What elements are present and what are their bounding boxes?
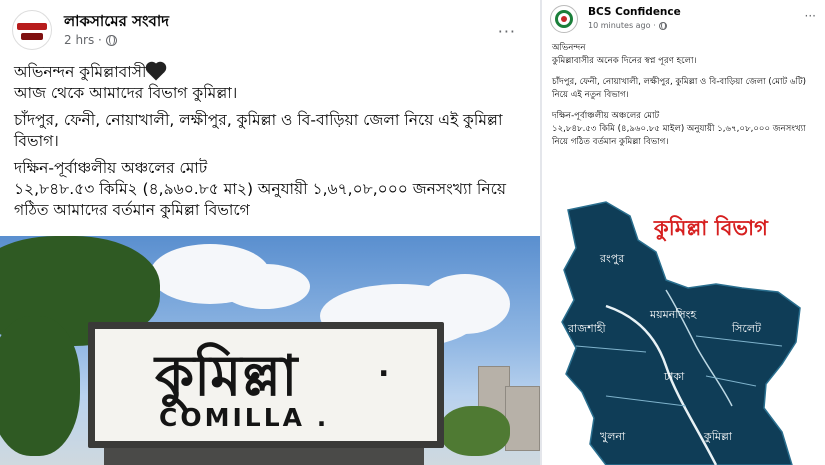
post-line: দক্ষিন-পূর্বাঞ্চলীয় অঞ্চলের মোট ১২,৮৪৮.৫… <box>552 111 806 147</box>
post-line: অভিনন্দন কুমিল্লাবাসী আজ থেকে আমাদের বিভা… <box>14 63 238 102</box>
globe-icon <box>658 21 667 30</box>
cloud <box>220 264 310 309</box>
sign-latin-text: COMILLA . <box>159 403 330 432</box>
map-label-rajshahi: রাজশাহী <box>568 322 606 335</box>
map-label-mymensingh: ময়মনসিংহ <box>650 308 697 321</box>
page-avatar[interactable] <box>12 10 52 50</box>
post-line: অভিনন্দন কুমিল্লাবাসীর অনেক দিনের স্বপ্ন … <box>552 43 697 66</box>
avatar-emblem <box>555 10 573 28</box>
post-meta: 2 hrs · <box>64 33 117 47</box>
post-text: অভিনন্দন কুমিল্লাবাসী আজ থেকে আমাদের বিভা… <box>14 62 526 227</box>
shrub <box>440 406 510 456</box>
more-options-button[interactable]: ··· <box>805 9 816 23</box>
globe-icon <box>105 34 117 46</box>
avatar-logo-mark-lower <box>21 33 43 40</box>
sign-base <box>104 448 424 465</box>
post-line: দক্ষিন-পূর্বাঞ্চলীয় অঞ্চলের মোট ১২,৮৪৮.৫… <box>14 159 506 219</box>
map-label-dhaka: ঢাকা <box>664 370 685 383</box>
post-header: লাকসামের সংবাদ 2 hrs · ··· <box>12 10 528 50</box>
left-facebook-post: লাকসামের সংবাদ 2 hrs · ··· অভিনন্দন কুমি… <box>0 0 540 465</box>
post-line: চাঁদপুর, ফেনী, নোয়াখালী, লক্ষীপুর, কুমি… <box>14 111 503 150</box>
post-meta: 10 minutes ago · <box>588 21 667 30</box>
post-header: BCS Confidence 10 minutes ago · ··· <box>550 5 820 35</box>
bangladesh-division-map[interactable]: কুমিল্লা বিভাগ রংপুর ময়মনসিংহ রাজশাহী স… <box>546 196 822 465</box>
page-name-link[interactable]: লাকসামের সংবাদ <box>64 10 169 35</box>
post-timestamp[interactable]: 10 minutes ago · <box>588 21 656 30</box>
page-name-link[interactable]: BCS Confidence <box>588 6 681 18</box>
map-label-rangpur: রংপুর <box>600 252 625 265</box>
post-text: অভিনন্দন কুমিল্লাবাসীর অনেক দিনের স্বপ্ন … <box>552 42 820 157</box>
post-line: চাঁদপুর, ফেনী, নোয়াখালী, লক্ষীপুর, কুমি… <box>552 77 806 100</box>
building <box>505 386 540 451</box>
tree <box>0 316 80 456</box>
post-timestamp[interactable]: 2 hrs · <box>64 33 102 47</box>
comilla-sign: কুমিল্লা . COMILLA . <box>88 322 444 448</box>
avatar-logo-mark <box>17 23 47 30</box>
post-photo[interactable]: কুমিল্লা . COMILLA . <box>0 236 540 465</box>
map-label-khulna: খুলনা <box>600 430 626 443</box>
map-label-sylhet: সিলেট <box>732 322 762 335</box>
more-options-button[interactable]: ··· <box>498 22 516 41</box>
map-label-cumilla: কুমিল্লা <box>704 430 732 443</box>
map-title: কুমিল্লা বিভাগ <box>654 215 768 240</box>
sign-dot: . <box>378 349 390 384</box>
black-heart-icon <box>147 63 165 81</box>
page-avatar[interactable] <box>550 5 578 33</box>
right-facebook-post: BCS Confidence 10 minutes ago · ··· অভিন… <box>540 0 825 465</box>
